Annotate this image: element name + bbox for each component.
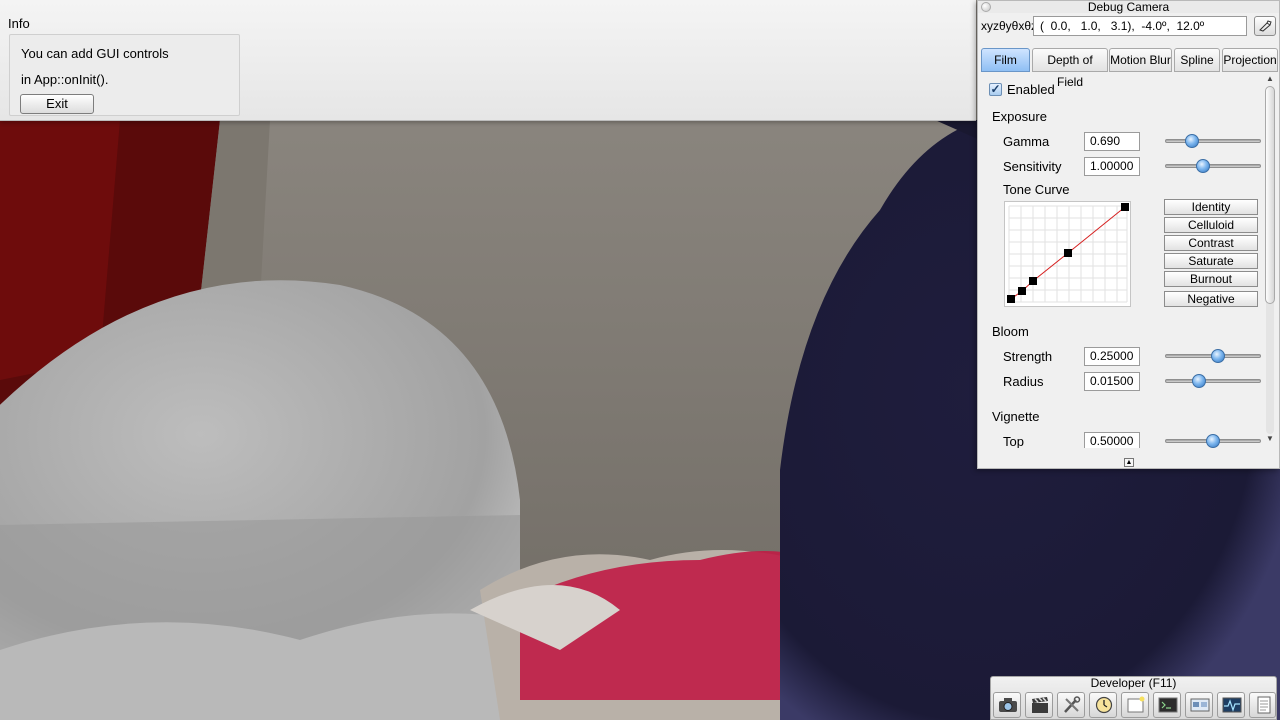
console-button[interactable] (1153, 692, 1181, 718)
top-input[interactable]: 0.50000 (1084, 432, 1140, 448)
sensitivity-input[interactable]: 1.00000 (1084, 157, 1140, 176)
gamma-slider-thumb[interactable] (1185, 134, 1199, 148)
profiler-button[interactable] (1217, 692, 1245, 718)
vignette-heading: Vignette (992, 409, 1040, 424)
curve-point[interactable] (1064, 249, 1072, 257)
scroll-thumb[interactable] (1265, 86, 1275, 304)
saturate-preset-button[interactable]: Saturate (1164, 253, 1258, 269)
tab-spline[interactable]: Spline (1174, 48, 1220, 72)
note-button[interactable] (1121, 692, 1149, 718)
sensitivity-slider[interactable] (1165, 159, 1261, 173)
scene-window-icon (1190, 698, 1210, 712)
close-icon[interactable] (981, 2, 991, 12)
time-button[interactable] (1089, 692, 1117, 718)
camera-button[interactable] (993, 692, 1021, 718)
enabled-checkbox[interactable]: ✓ (989, 83, 1002, 96)
film-tools-button[interactable] (1025, 692, 1053, 718)
curve-point[interactable] (1121, 203, 1129, 211)
camera-coord-field[interactable]: ( 0.0, 1.0, 3.1), -4.0º, 12.0º (1033, 16, 1247, 36)
developer-toolbar-title: Developer (F11) (1090, 676, 1177, 690)
radius-input[interactable]: 0.01500 (1084, 372, 1140, 391)
collapse-window-button[interactable]: ▲ (1124, 458, 1134, 467)
tab-projection[interactable]: Projection (1222, 48, 1278, 72)
coord-label: xyzθyθxθz (981, 19, 1038, 33)
top-label: Top (1003, 434, 1024, 448)
clapperboard-icon (1032, 697, 1048, 713)
identity-preset-button[interactable]: Identity (1164, 199, 1258, 215)
strength-input[interactable]: 0.25000 (1084, 347, 1140, 366)
exit-button[interactable]: Exit (20, 94, 94, 114)
strength-slider[interactable] (1165, 349, 1261, 363)
info-text-line1: You can add GUI controls (21, 46, 169, 61)
contrast-preset-button[interactable]: Contrast (1164, 235, 1258, 251)
gamma-slider[interactable] (1165, 134, 1261, 148)
radius-slider[interactable] (1165, 374, 1261, 388)
bloom-heading: Bloom (992, 324, 1029, 339)
strength-label: Strength (1003, 349, 1053, 364)
curve-point[interactable] (1018, 287, 1026, 295)
scroll-up-icon[interactable]: ▲ (1265, 74, 1275, 84)
enabled-label: Enabled (1007, 82, 1055, 97)
film-panel-scrollbar[interactable]: ▲ ▼ (1264, 74, 1276, 446)
debug-camera-title: Debug Camera (978, 1, 1279, 13)
tone-curve-graph (1007, 203, 1129, 303)
gamma-label: Gamma (1003, 134, 1050, 149)
info-panel: Info You can add GUI controls in App::on… (0, 0, 976, 121)
radius-slider-thumb[interactable] (1192, 374, 1206, 388)
curve-point[interactable] (1029, 277, 1037, 285)
profiler-icon (1222, 697, 1242, 713)
info-panel-title: Info (8, 16, 30, 31)
terminal-icon (1158, 697, 1178, 713)
tools-button[interactable] (1057, 692, 1085, 718)
tools-icon (1064, 696, 1081, 713)
curve-point[interactable] (1007, 295, 1015, 303)
tone-curve-editor[interactable] (1004, 201, 1131, 307)
info-text-line2: in App::onInit(). (21, 72, 109, 87)
tab-depth-of-field[interactable]: Depth of Field (1032, 48, 1108, 89)
tone-curve-label: Tone Curve (1003, 182, 1070, 197)
clipboard-icon (1259, 20, 1272, 32)
celluloid-preset-button[interactable]: Celluloid (1164, 217, 1258, 233)
debug-camera-window: Debug Camera xyzθyθxθz ( 0.0, 1.0, 3.1),… (977, 0, 1280, 469)
copy-coords-button[interactable] (1254, 16, 1276, 36)
clock-icon (1095, 696, 1113, 714)
burnout-preset-button[interactable]: Burnout (1164, 271, 1258, 287)
top-slider[interactable] (1165, 434, 1261, 448)
sensitivity-label: Sensitivity (1003, 159, 1062, 174)
sensitivity-slider-thumb[interactable] (1196, 159, 1210, 173)
note-icon (1127, 696, 1145, 713)
log-icon (1257, 696, 1271, 714)
info-box: You can add GUI controls in App::onInit(… (9, 34, 240, 116)
tab-motion-blur[interactable]: Motion Blur (1109, 48, 1172, 72)
radius-label: Radius (1003, 374, 1044, 389)
film-panel: ✓ Enabled Exposure Gamma 0.690 Sensitivi… (981, 72, 1264, 448)
top-slider-thumb[interactable] (1206, 434, 1220, 448)
scroll-down-icon[interactable]: ▼ (1265, 434, 1275, 444)
developer-toolbar: Developer (F11) (990, 676, 1277, 720)
scene-editor-button[interactable] (1185, 692, 1213, 718)
tab-film[interactable]: Film (981, 48, 1030, 72)
camera-icon (999, 698, 1017, 712)
strength-slider-thumb[interactable] (1211, 349, 1225, 363)
gamma-input[interactable]: 0.690 (1084, 132, 1140, 151)
log-button[interactable] (1249, 692, 1276, 718)
exposure-heading: Exposure (992, 109, 1047, 124)
negative-preset-button[interactable]: Negative (1164, 291, 1258, 307)
